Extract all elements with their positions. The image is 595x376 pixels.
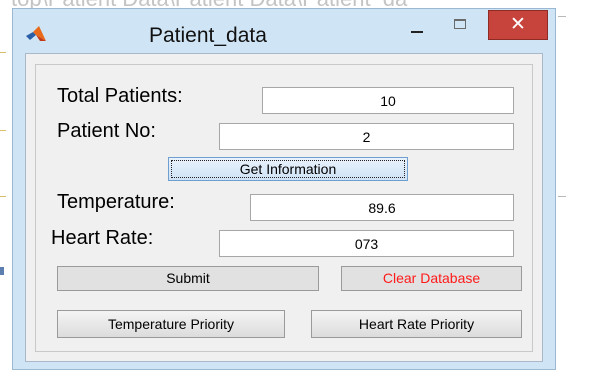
- window-client-area: Total Patients: 10 Patient No: 2 Get Inf…: [25, 53, 543, 362]
- window-title: Patient_data: [149, 24, 267, 47]
- heart-rate-priority-button[interactable]: Heart Rate Priority: [311, 310, 522, 338]
- temperature-field[interactable]: 89.6: [250, 194, 514, 221]
- patient-data-window: Patient_data ✕ Total Patients: 10 Patien…: [12, 8, 556, 370]
- close-button[interactable]: ✕: [488, 10, 548, 40]
- temperature-priority-button[interactable]: Temperature Priority: [57, 310, 285, 338]
- temperature-label: Temperature:: [57, 191, 175, 213]
- title-bar[interactable]: Patient_data ✕: [13, 9, 555, 53]
- heart-rate-priority-label: Heart Rate Priority: [358, 316, 475, 332]
- submit-label: Submit: [166, 270, 210, 286]
- clear-database-label: Clear Database: [382, 270, 481, 286]
- total-patients-label: Total Patients:: [57, 85, 183, 107]
- background-path-text: ktop\Patient Data\Patient Data\Patient_d…: [0, 0, 595, 8]
- clear-database-button[interactable]: Clear Database: [341, 266, 522, 291]
- temperature-priority-label: Temperature Priority: [107, 316, 235, 332]
- minimize-icon[interactable]: [411, 31, 423, 33]
- background-left-strip: [0, 0, 11, 376]
- patient-no-field[interactable]: 2: [219, 123, 514, 150]
- heart-rate-label: Heart Rate:: [51, 227, 154, 249]
- total-patients-field[interactable]: 10: [262, 87, 514, 114]
- maximize-icon[interactable]: [454, 19, 466, 29]
- submit-button[interactable]: Submit: [57, 266, 319, 291]
- get-information-button[interactable]: Get Information: [168, 157, 408, 181]
- form-panel: Total Patients: 10 Patient No: 2 Get Inf…: [35, 64, 533, 352]
- close-icon: ✕: [510, 13, 526, 35]
- matlab-logo-icon: [26, 26, 46, 41]
- background-right-strip: [556, 0, 595, 376]
- heart-rate-field[interactable]: 073: [219, 230, 514, 257]
- patient-no-label: Patient No:: [57, 120, 156, 142]
